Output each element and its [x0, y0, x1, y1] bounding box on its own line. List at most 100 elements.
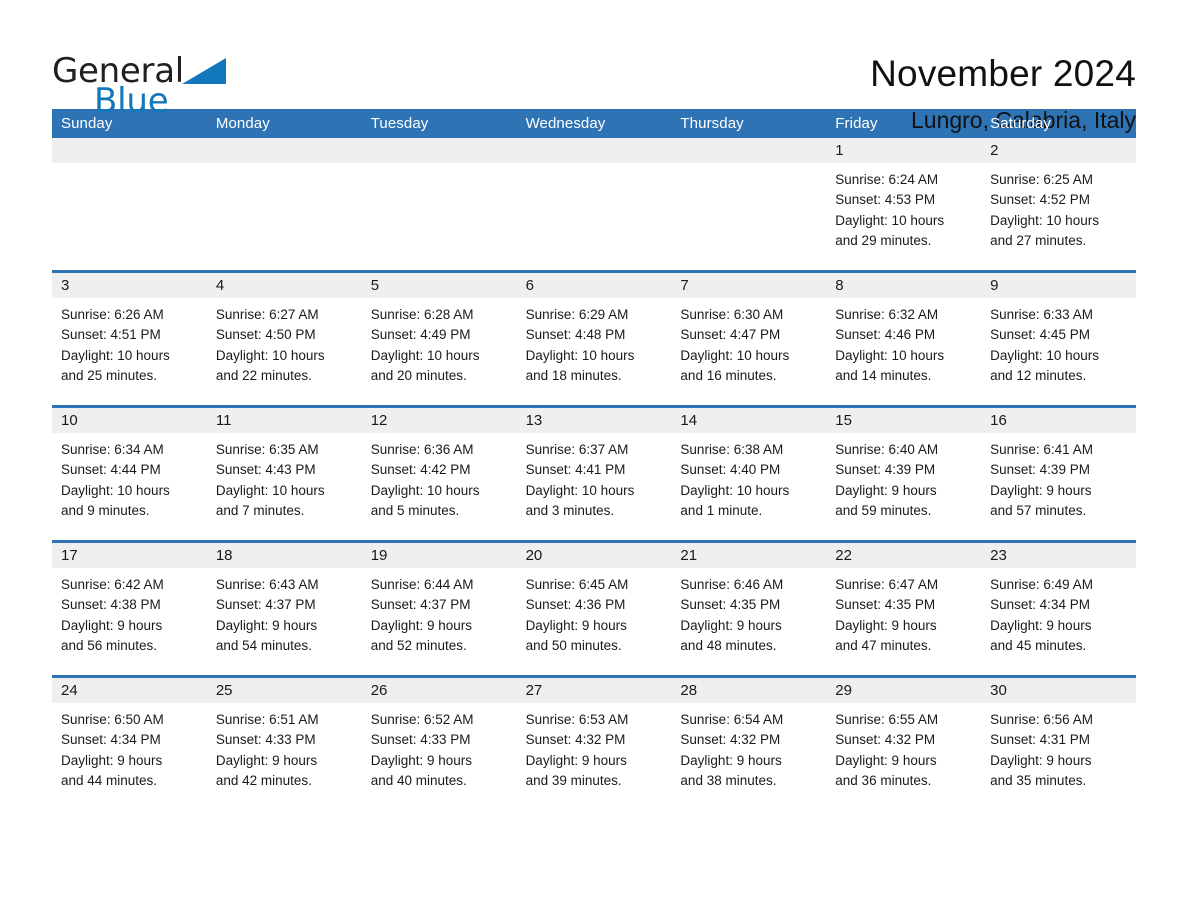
daylight-text-line1: Daylight: 10 hours	[215, 347, 325, 363]
calendar-day-cell[interactable]: 24 Sunrise: 6:50 AM Sunset: 4:34 PM Dayligh…	[52, 678, 207, 804]
calendar-weeks: 1 Sunrise: 6:24 AM Sunset: 4:53 PM Daylight…	[52, 138, 1136, 804]
sunset-text: Sunset: 4:32 PM	[525, 732, 626, 748]
daylight-text-line1: Daylight: 10 hours	[525, 347, 635, 363]
daylight-text-line1: Daylight: 9 hours	[990, 617, 1092, 633]
day-number	[361, 138, 517, 163]
daylight-text-line1: Daylight: 10 hours	[835, 347, 945, 363]
daylight-text-line1: Daylight: 9 hours	[370, 752, 473, 768]
calendar-day-cell[interactable]: 16 Sunrise: 6:41 AM Sunset: 4:39 PM Dayligh…	[981, 408, 1136, 534]
calendar-day-cell[interactable]: 18 Sunrise: 6:43 AM Sunset: 4:37 PM Dayligh…	[206, 543, 362, 669]
sunset-text: Sunset: 4:35 PM	[835, 597, 936, 613]
sunset-text: Sunset: 4:44 PM	[61, 462, 161, 478]
sunrise-text: Sunrise: 6:32 AM	[835, 307, 939, 322]
day-number: 30	[981, 678, 1136, 703]
day-number: 12	[361, 408, 517, 433]
calendar-day-cell[interactable]: 29 Sunrise: 6:55 AM Sunset: 4:32 PM Dayligh…	[826, 678, 982, 804]
day-details: Sunrise: 6:25 AM Sunset: 4:52 PM Daylight:…	[981, 163, 1136, 251]
calendar-day-cell[interactable]: 15 Sunrise: 6:40 AM Sunset: 4:39 PM Dayligh…	[826, 408, 982, 534]
daylight-text-line2: and 35 minutes.	[990, 772, 1087, 788]
sunset-text: Sunset: 4:33 PM	[370, 732, 471, 748]
sunset-text: Sunset: 4:37 PM	[370, 597, 471, 613]
sunrise-text: Sunrise: 6:25 AM	[990, 172, 1093, 187]
calendar-day-cell[interactable]: 9 Sunrise: 6:33 AM Sunset: 4:45 PM Daylight…	[981, 273, 1136, 399]
triangle-icon	[181, 58, 226, 84]
calendar-day-cell[interactable]: 11 Sunrise: 6:35 AM Sunset: 4:43 PM Dayligh…	[206, 408, 362, 534]
calendar-day-cell[interactable]: 21 Sunrise: 6:46 AM Sunset: 4:35 PM Dayligh…	[671, 543, 827, 669]
calendar-day-cell[interactable]: 30 Sunrise: 6:56 AM Sunset: 4:31 PM Dayligh…	[981, 678, 1136, 804]
calendar-day-cell[interactable]: 4 Sunrise: 6:27 AM Sunset: 4:50 PM Daylight…	[206, 273, 362, 399]
sunrise-text: Sunrise: 6:52 AM	[370, 712, 474, 727]
sunrise-text: Sunrise: 6:54 AM	[680, 712, 784, 727]
calendar-day-cell[interactable]: 25 Sunrise: 6:51 AM Sunset: 4:33 PM Dayligh…	[206, 678, 362, 804]
calendar-week-row: 10 Sunrise: 6:34 AM Sunset: 4:44 PM Dayligh…	[52, 405, 1136, 534]
daylight-text-line2: and 54 minutes.	[215, 637, 312, 653]
daylight-text-line2: and 18 minutes.	[525, 367, 622, 383]
calendar-day-cell[interactable]: 17 Sunrise: 6:42 AM Sunset: 4:38 PM Dayligh…	[52, 543, 207, 669]
calendar-day-cell[interactable]: 8 Sunrise: 6:32 AM Sunset: 4:46 PM Daylight…	[826, 273, 982, 399]
calendar-day-cell[interactable]: 13 Sunrise: 6:37 AM Sunset: 4:41 PM Dayligh…	[516, 408, 672, 534]
day-details: Sunrise: 6:38 AM Sunset: 4:40 PM Daylight:…	[671, 433, 826, 521]
sunrise-text: Sunrise: 6:45 AM	[525, 577, 629, 592]
day-header-friday: Friday	[835, 115, 878, 132]
day-number	[671, 138, 827, 163]
daylight-text-line2: and 20 minutes.	[370, 367, 467, 383]
sunset-text: Sunset: 4:50 PM	[215, 327, 316, 343]
sunset-text: Sunset: 4:43 PM	[215, 462, 316, 478]
day-details: Sunrise: 6:41 AM Sunset: 4:39 PM Daylight:…	[981, 433, 1136, 521]
calendar-day-cell[interactable]: 6 Sunrise: 6:29 AM Sunset: 4:48 PM Daylight…	[516, 273, 672, 399]
daylight-text-line1: Daylight: 9 hours	[835, 752, 937, 768]
generalblue-logo[interactable]: General Blue	[52, 52, 226, 118]
sunset-text: Sunset: 4:40 PM	[680, 462, 781, 478]
calendar-day-cell[interactable]: 14 Sunrise: 6:38 AM Sunset: 4:40 PM Dayligh…	[671, 408, 827, 534]
calendar-day-cell[interactable]: 5 Sunrise: 6:28 AM Sunset: 4:49 PM Daylight…	[361, 273, 517, 399]
calendar-day-cell[interactable]: 26 Sunrise: 6:52 AM Sunset: 4:33 PM Dayligh…	[361, 678, 517, 804]
calendar-day-cell[interactable]: 27 Sunrise: 6:53 AM Sunset: 4:32 PM Dayligh…	[516, 678, 672, 804]
day-details: Sunrise: 6:40 AM Sunset: 4:39 PM Daylight:…	[826, 433, 981, 521]
daylight-text-line2: and 47 minutes.	[835, 637, 932, 653]
sunset-text: Sunset: 4:39 PM	[835, 462, 936, 478]
calendar-day-cell[interactable]: 10 Sunrise: 6:34 AM Sunset: 4:44 PM Dayligh…	[52, 408, 207, 534]
day-header-thursday: Thursday	[680, 115, 744, 132]
daylight-text-line1: Daylight: 10 hours	[61, 347, 170, 363]
day-details: Sunrise: 6:27 AM Sunset: 4:50 PM Daylight:…	[207, 298, 362, 386]
calendar-day-cell[interactable]: 1 Sunrise: 6:24 AM Sunset: 4:53 PM Daylight…	[826, 138, 982, 264]
daylight-text-line2: and 22 minutes.	[215, 367, 312, 383]
daylight-text-line2: and 38 minutes.	[680, 772, 777, 788]
daylight-text-line1: Daylight: 9 hours	[215, 752, 318, 768]
calendar-day-cell[interactable]: 3 Sunrise: 6:26 AM Sunset: 4:51 PM Daylight…	[52, 273, 207, 399]
day-details: Sunrise: 6:50 AM Sunset: 4:34 PM Daylight:…	[52, 703, 207, 791]
daylight-text-line1: Daylight: 10 hours	[680, 482, 790, 498]
sunset-text: Sunset: 4:45 PM	[990, 327, 1090, 343]
sunset-text: Sunset: 4:38 PM	[61, 597, 161, 613]
calendar-day-cell[interactable]: 22 Sunrise: 6:47 AM Sunset: 4:35 PM Dayligh…	[826, 543, 982, 669]
daylight-text-line2: and 16 minutes.	[680, 367, 777, 383]
daylight-text-line2: and 9 minutes.	[61, 502, 150, 518]
calendar-day-cell[interactable]: 23 Sunrise: 6:49 AM Sunset: 4:34 PM Dayligh…	[981, 543, 1136, 669]
day-details: Sunrise: 6:55 AM Sunset: 4:32 PM Daylight:…	[826, 703, 981, 791]
sunrise-text: Sunrise: 6:46 AM	[680, 577, 784, 592]
sunset-text: Sunset: 4:35 PM	[680, 597, 781, 613]
sunrise-text: Sunrise: 6:41 AM	[990, 442, 1093, 457]
sunset-text: Sunset: 4:34 PM	[61, 732, 161, 748]
calendar-day-cell[interactable]: 20 Sunrise: 6:45 AM Sunset: 4:36 PM Dayligh…	[516, 543, 672, 669]
calendar-day-cell[interactable]: 12 Sunrise: 6:36 AM Sunset: 4:42 PM Dayligh…	[361, 408, 517, 534]
day-number: 27	[516, 678, 672, 703]
daylight-text-line2: and 14 minutes.	[835, 367, 932, 383]
daylight-text-line1: Daylight: 10 hours	[215, 482, 325, 498]
daylight-text-line1: Daylight: 10 hours	[61, 482, 170, 498]
calendar-day-cell[interactable]: 28 Sunrise: 6:54 AM Sunset: 4:32 PM Dayligh…	[671, 678, 827, 804]
sunrise-text: Sunrise: 6:36 AM	[370, 442, 474, 457]
day-details: Sunrise: 6:29 AM Sunset: 4:48 PM Daylight:…	[517, 298, 672, 386]
daylight-text-line2: and 57 minutes.	[990, 502, 1087, 518]
daylight-text-line1: Daylight: 9 hours	[680, 617, 782, 633]
sunrise-text: Sunrise: 6:40 AM	[835, 442, 939, 457]
calendar-day-cell[interactable]: 7 Sunrise: 6:30 AM Sunset: 4:47 PM Daylight…	[671, 273, 827, 399]
calendar-day-cell[interactable]: 2 Sunrise: 6:25 AM Sunset: 4:52 PM Daylight…	[981, 138, 1136, 264]
day-details: Sunrise: 6:56 AM Sunset: 4:31 PM Daylight:…	[981, 703, 1136, 791]
sunset-text: Sunset: 4:42 PM	[370, 462, 471, 478]
calendar-day-cell[interactable]: 19 Sunrise: 6:44 AM Sunset: 4:37 PM Dayligh…	[361, 543, 517, 669]
daylight-text-line1: Daylight: 9 hours	[525, 617, 627, 633]
sunset-text: Sunset: 4:52 PM	[990, 192, 1090, 208]
day-details: Sunrise: 6:35 AM Sunset: 4:43 PM Daylight:…	[207, 433, 362, 521]
day-details: Sunrise: 6:36 AM Sunset: 4:42 PM Daylight:…	[362, 433, 517, 521]
